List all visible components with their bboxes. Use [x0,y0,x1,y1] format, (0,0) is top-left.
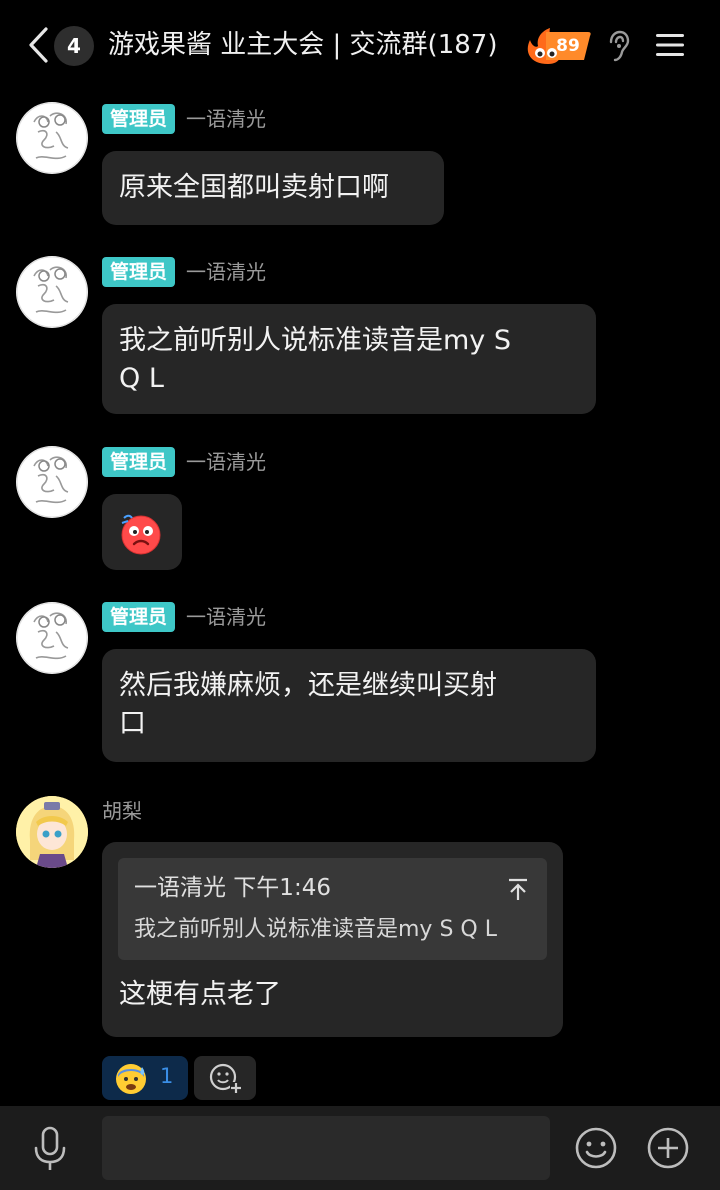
avatar[interactable] [16,602,88,674]
sender-name[interactable]: 一语清光 [186,602,266,632]
message-text: 原来全国都叫卖射口啊 [119,172,389,203]
add-reaction-button[interactable] [194,1056,256,1100]
doodle-avatar-icon [16,602,88,674]
fire-level-count: 89 [556,36,580,56]
doodle-avatar-icon [16,102,88,174]
sender-name[interactable]: 一语清光 [186,257,266,287]
avatar[interactable] [16,796,88,868]
anxious-sweat-emoji-icon [116,1064,146,1094]
quote-text: 我之前听别人说标准读音是my S Q L [134,917,497,942]
reaction-count: 1 [160,1064,174,1088]
reply-message-bubble[interactable]: 一语清光 下午1:46 我之前听别人说标准读音是my S Q L 这梗有点老了 [102,842,563,1037]
avatar[interactable] [16,256,88,328]
message-bubble[interactable]: 原来全国都叫卖射口啊 [102,151,444,225]
ear-icon[interactable] [606,30,630,62]
back-arrow-icon[interactable] [26,26,50,64]
emoji-icon[interactable] [574,1126,618,1170]
microphone-icon[interactable] [30,1126,70,1172]
message-text-line: 我之前听别人说标准读音是my S [119,325,512,356]
admin-tag: 管理员 [102,257,176,287]
quoted-message[interactable]: 一语清光 下午1:46 我之前听别人说标准读音是my S Q L [118,858,547,960]
message-bubble[interactable]: 我之前听别人说标准读音是my S Q L [102,304,596,414]
doodle-avatar-icon [16,256,88,328]
admin-tag: 管理员 [102,104,176,134]
sender-name[interactable]: 胡梨 [102,796,142,826]
sender-name[interactable]: 一语清光 [186,104,266,134]
message-text-line: 然后我嫌麻烦，还是继续叫买射 [119,670,497,701]
anime-girl-avatar-icon [16,796,88,868]
message-input[interactable] [102,1116,550,1180]
group-title[interactable]: 游戏果酱 业主大会 | 交流群(187) [108,28,497,62]
sender-name[interactable]: 一语清光 [186,447,266,477]
sticker-bubble[interactable] [102,494,182,570]
admin-tag: 管理员 [102,447,176,477]
unread-count-badge[interactable]: 4 [54,26,94,66]
doodle-avatar-icon [16,446,88,518]
plus-icon[interactable] [646,1126,690,1170]
avatar[interactable] [16,446,88,518]
admin-tag: 管理员 [102,602,176,632]
add-reaction-icon [209,1063,242,1094]
reaction-chip[interactable]: 1 [102,1056,188,1100]
chat-header: 4 游戏果酱 业主大会 | 交流群(187) 89 [0,0,720,90]
input-bar [0,1106,720,1190]
message-bubble[interactable]: 然后我嫌麻烦，还是继续叫买射 口 [102,649,596,762]
avatar[interactable] [16,102,88,174]
message-text: 这梗有点老了 [119,979,281,1010]
quote-header: 一语清光 下午1:46 [134,875,331,901]
menu-icon[interactable] [654,32,686,58]
dizzy-face-sticker-icon [121,514,161,555]
message-text-line: 口 [119,708,146,739]
message-text-line: Q L [119,363,164,394]
jump-to-quote-icon[interactable] [507,878,529,902]
